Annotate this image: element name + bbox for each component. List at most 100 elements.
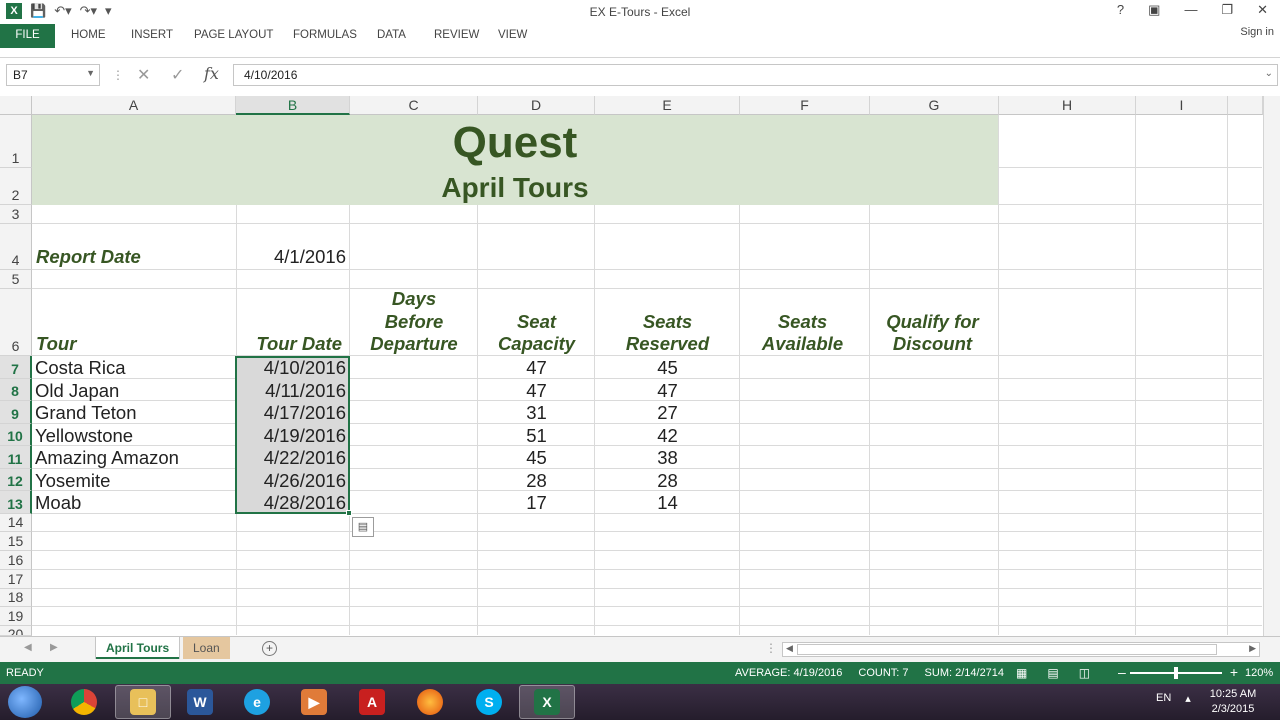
fill-handle[interactable] bbox=[346, 510, 352, 516]
seats-reserved[interactable]: 42 bbox=[595, 425, 740, 447]
row-header-4[interactable]: 4 bbox=[0, 224, 32, 270]
show-hidden-icons-icon[interactable]: ▴ bbox=[1185, 692, 1191, 705]
row-header-15[interactable]: 15 bbox=[0, 532, 32, 551]
tour-name[interactable]: Old Japan bbox=[35, 380, 119, 402]
tour-date[interactable]: 4/26/2016 bbox=[236, 470, 346, 492]
input-language[interactable]: EN bbox=[1156, 692, 1171, 705]
row-header-16[interactable]: 16 bbox=[0, 551, 32, 570]
close-icon[interactable]: ✕ bbox=[1257, 2, 1268, 18]
tour-name[interactable]: Amazing Amazon bbox=[35, 447, 179, 469]
status-average[interactable]: AVERAGE: 4/19/2016 bbox=[735, 662, 842, 684]
zoom-knob[interactable] bbox=[1174, 667, 1178, 679]
tab-review[interactable]: REVIEW bbox=[434, 24, 479, 48]
tab-formulas[interactable]: FORMULAS bbox=[293, 24, 357, 48]
seat-capacity[interactable]: 17 bbox=[478, 492, 595, 514]
cancel-icon[interactable]: ✕ bbox=[137, 65, 150, 85]
row-header-18[interactable]: 18 bbox=[0, 589, 32, 607]
seat-capacity[interactable]: 28 bbox=[478, 470, 595, 492]
tab-home[interactable]: HOME bbox=[71, 24, 106, 48]
zoom-out-icon[interactable]: – bbox=[1118, 661, 1126, 683]
vertical-scrollbar[interactable] bbox=[1263, 96, 1280, 636]
seats-reserved[interactable]: 27 bbox=[595, 402, 740, 424]
seats-reserved[interactable]: 45 bbox=[595, 357, 740, 379]
column-header-g[interactable]: G bbox=[870, 96, 999, 115]
seat-capacity[interactable]: 47 bbox=[478, 357, 595, 379]
zoom-slider[interactable]: – + bbox=[1118, 664, 1238, 680]
row-header-17[interactable]: 17 bbox=[0, 570, 32, 589]
taskbar-firefox[interactable] bbox=[402, 685, 458, 719]
column-header-h[interactable]: H bbox=[999, 96, 1136, 115]
row-header-7[interactable]: 7 bbox=[0, 356, 32, 379]
taskbar-skype[interactable]: S bbox=[461, 685, 517, 719]
column-header-e[interactable]: E bbox=[595, 96, 740, 115]
taskbar-explorer[interactable]: □ bbox=[115, 685, 171, 719]
tab-file[interactable]: FILE bbox=[0, 24, 55, 48]
report-date-value[interactable]: 4/1/2016 bbox=[236, 246, 346, 268]
column-header-f[interactable]: F bbox=[740, 96, 870, 115]
column-header-b[interactable]: B bbox=[236, 96, 350, 115]
row-header-2[interactable]: 2 bbox=[0, 168, 32, 205]
column-header-a[interactable]: A bbox=[32, 96, 236, 115]
tour-date[interactable]: 4/22/2016 bbox=[236, 447, 346, 469]
zoom-level[interactable]: 120% bbox=[1245, 662, 1273, 684]
seat-capacity[interactable]: 45 bbox=[478, 447, 595, 469]
seats-reserved[interactable]: 47 bbox=[595, 380, 740, 402]
tour-date[interactable]: 4/17/2016 bbox=[236, 402, 346, 424]
scroll-thumb[interactable] bbox=[797, 644, 1217, 655]
row-header-14[interactable]: 14 bbox=[0, 514, 32, 532]
page-break-view-icon[interactable]: ◫ bbox=[1079, 666, 1090, 680]
tour-name[interactable]: Yellowstone bbox=[35, 425, 133, 447]
enter-icon[interactable]: ✓ bbox=[171, 65, 184, 85]
restore-icon[interactable]: ❐ bbox=[1221, 2, 1233, 18]
tour-name[interactable]: Moab bbox=[35, 492, 81, 514]
taskbar-chrome[interactable] bbox=[56, 685, 112, 719]
sign-in-link[interactable]: Sign in bbox=[1240, 26, 1274, 38]
normal-view-icon[interactable]: ▦ bbox=[1016, 666, 1027, 680]
row-header-13[interactable]: 13 bbox=[0, 491, 32, 514]
tour-name[interactable]: Yosemite bbox=[35, 470, 110, 492]
taskbar-ie[interactable]: e bbox=[229, 685, 285, 719]
formula-input[interactable]: 4/10/2016 ⌄ bbox=[233, 64, 1278, 86]
scroll-left-icon[interactable]: ◀ bbox=[786, 643, 793, 654]
tour-date[interactable]: 4/10/2016 bbox=[236, 357, 346, 379]
tour-date[interactable]: 4/28/2016 bbox=[236, 492, 346, 514]
row-header-5[interactable]: 5 bbox=[0, 270, 32, 289]
column-header-c[interactable]: C bbox=[350, 96, 478, 115]
prev-sheet-icon[interactable]: ◀ bbox=[24, 642, 32, 653]
taskbar-acrobat[interactable]: A bbox=[344, 685, 400, 719]
next-sheet-icon[interactable]: ▶ bbox=[50, 642, 58, 653]
row-header-12[interactable]: 12 bbox=[0, 469, 32, 491]
page-layout-view-icon[interactable]: ▤ bbox=[1047, 666, 1058, 680]
tour-name[interactable]: Costa Rica bbox=[35, 357, 125, 379]
row-header-19[interactable]: 19 bbox=[0, 607, 32, 626]
zoom-in-icon[interactable]: + bbox=[1230, 661, 1238, 683]
column-header-i[interactable]: I bbox=[1136, 96, 1228, 115]
row-header-8[interactable]: 8 bbox=[0, 379, 32, 401]
scroll-right-icon[interactable]: ▶ bbox=[1249, 643, 1256, 654]
tab-data[interactable]: DATA bbox=[377, 24, 406, 48]
taskbar-clock[interactable]: 10:25 AM 2/3/2015 bbox=[1198, 687, 1268, 717]
help-icon[interactable]: ? bbox=[1117, 2, 1124, 18]
seats-reserved[interactable]: 14 bbox=[595, 492, 740, 514]
horizontal-scrollbar[interactable]: ◀ ▶ bbox=[782, 642, 1260, 657]
tour-date[interactable]: 4/11/2016 bbox=[236, 380, 346, 402]
seats-reserved[interactable]: 28 bbox=[595, 470, 740, 492]
ribbon-display-icon[interactable]: ▣ bbox=[1148, 2, 1160, 18]
row-header-6[interactable]: 6 bbox=[0, 289, 32, 356]
taskbar-word[interactable]: W bbox=[172, 685, 228, 719]
column-header-next[interactable] bbox=[1228, 96, 1263, 115]
seat-capacity[interactable]: 31 bbox=[478, 402, 595, 424]
tab-page-layout[interactable]: PAGE LAYOUT bbox=[194, 24, 273, 48]
row-header-11[interactable]: 11 bbox=[0, 446, 32, 469]
select-all-corner[interactable] bbox=[0, 96, 32, 115]
status-count[interactable]: COUNT: 7 bbox=[858, 662, 908, 684]
quick-analysis-icon[interactable]: ▤ bbox=[352, 517, 374, 537]
start-button-icon[interactable] bbox=[8, 686, 42, 718]
taskbar-excel[interactable]: X bbox=[519, 685, 575, 719]
row-header-3[interactable]: 3 bbox=[0, 205, 32, 224]
row-header-20[interactable]: 20 bbox=[0, 626, 32, 636]
seat-capacity[interactable]: 47 bbox=[478, 380, 595, 402]
add-sheet-icon[interactable]: + bbox=[262, 641, 277, 656]
seats-reserved[interactable]: 38 bbox=[595, 447, 740, 469]
tab-insert[interactable]: INSERT bbox=[131, 24, 173, 48]
